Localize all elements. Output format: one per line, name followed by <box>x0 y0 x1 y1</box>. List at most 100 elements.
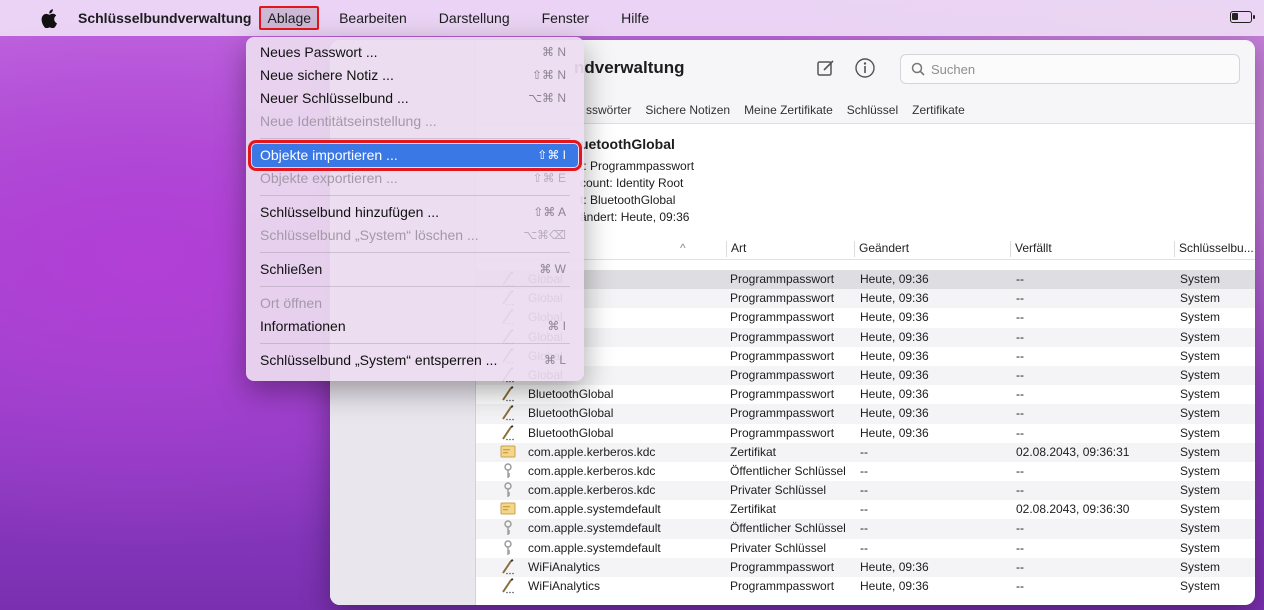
table-row[interactable]: GlobalProgrammpasswortHeute, 09:36--Syst… <box>476 327 1255 347</box>
cell-kind: Programmpasswort <box>730 387 835 402</box>
table-row[interactable]: BluetoothGlobal Programmpasswort Heute, 09… <box>476 404 1255 424</box>
table-row[interactable]: BluetoothGlobal Programmpasswort Heute, 09… <box>476 424 1255 443</box>
table-row[interactable]: GlobalProgrammpasswortHeute, 09:36--Syst… <box>476 270 1255 290</box>
table-row[interactable]: com.apple.systemdefault Öffentlicher Schl… <box>476 519 1255 539</box>
menu-item-shortcut: ⇧⌘ I <box>537 148 566 162</box>
table-row[interactable]: com.apple.kerberos.kdc Zertifikat -- 02.08.… <box>476 442 1255 462</box>
cell-expires: -- <box>1016 521 1024 536</box>
table-row[interactable]: GlobalProgrammpasswortHeute, 09:36--Syst… <box>476 308 1255 327</box>
column-verfaellt[interactable]: Verfällt <box>1010 241 1052 257</box>
menu-item-new-secure-note[interactable]: Neue sichere Notiz ... ⇧⌘ N <box>252 64 578 87</box>
cell-name: com.apple.systemdefault <box>528 502 661 517</box>
cell-modified: -- <box>860 540 868 555</box>
detail-account: count: Identity Root <box>580 176 684 190</box>
key-icon <box>500 463 516 479</box>
table-row[interactable]: com.apple.kerberos.kdc Öffentlicher Schlü… <box>476 462 1255 481</box>
menu-item-get-info[interactable]: Informationen ⌘ I <box>252 315 578 338</box>
cell-keychain: System <box>1180 310 1221 325</box>
menu-item-label: Schlüsselbund hinzufügen ... <box>260 204 440 220</box>
cell-modified: -- <box>860 502 868 517</box>
cell-keychain: System <box>1180 540 1221 555</box>
cell-kind: Programmpasswort <box>730 367 835 382</box>
password-icon <box>500 578 516 594</box>
menu-item-unlock-keychain-system[interactable]: Schlüsselbund „System“ entsperren ... ⌘ L <box>252 349 578 372</box>
menu-darstellung[interactable]: Darstellung <box>433 8 516 28</box>
table-row[interactable]: BluetoothGlobal Programmpasswort Heute, 09… <box>476 385 1255 404</box>
tab-zertifikate[interactable]: Zertifikate <box>912 103 965 117</box>
cell-modified: Heute, 09:36 <box>860 367 929 382</box>
battery-icon[interactable] <box>1230 11 1255 23</box>
cell-modified: -- <box>860 521 868 536</box>
cell-expires: -- <box>1016 425 1024 440</box>
key-icon <box>500 520 516 536</box>
table-row[interactable]: com.apple.kerberos.kdc Privater Schlüssel… <box>476 481 1255 501</box>
menu-divider <box>260 138 570 139</box>
menu-item-label: Neue Identitätseinstellung ... <box>260 113 437 129</box>
cell-keychain: System <box>1180 463 1221 478</box>
menu-bearbeiten[interactable]: Bearbeiten <box>333 8 413 28</box>
menu-divider <box>260 252 570 253</box>
menu-item-import-items[interactable]: Objekte importieren ... ⇧⌘ I <box>248 140 582 171</box>
cell-modified: Heute, 09:36 <box>860 291 929 306</box>
menu-item-shortcut: ⇧⌘ E <box>532 171 566 185</box>
menu-item-new-password[interactable]: Neues Passwort ... ⌘ N <box>252 41 578 64</box>
menu-item-label: Schlüsselbund „System“ entsperren ... <box>260 352 498 368</box>
cell-expires: -- <box>1016 406 1024 421</box>
cell-name: com.apple.kerberos.kdc <box>528 463 656 478</box>
column-art[interactable]: Art <box>726 241 746 257</box>
menu-item-shortcut: ⌘ I <box>547 319 566 333</box>
cell-keychain: System <box>1180 329 1221 344</box>
table-rows: GlobalProgrammpasswortHeute, 09:36--Syst… <box>476 270 1255 596</box>
tab-schluessel[interactable]: Schlüssel <box>847 103 898 117</box>
table-row[interactable]: GlobalProgrammpasswortHeute, 09:36--Syst… <box>476 365 1255 386</box>
column-geaendert[interactable]: Geändert <box>854 241 909 257</box>
tab-passwoerter[interactable]: sswörter <box>586 103 631 117</box>
menu-item-label: Neuer Schlüsselbund ... <box>260 90 409 106</box>
info-icon[interactable] <box>854 57 876 79</box>
cell-expires: 02.08.2043, 09:36:30 <box>1016 502 1130 517</box>
cell-kind: Öffentlicher Schlüssel <box>730 463 846 478</box>
cell-keychain: System <box>1180 444 1221 459</box>
cell-name: com.apple.systemdefault <box>528 521 661 536</box>
cell-keychain: System <box>1180 387 1221 402</box>
table-row[interactable]: WiFiAnalytics Programmpasswort Heute, 09:3… <box>476 577 1255 596</box>
apple-logo-icon[interactable] <box>38 8 60 28</box>
menu-ablage[interactable]: Ablage <box>259 6 320 30</box>
detail-modified: ändert: Heute, 09:36 <box>580 210 690 224</box>
tab-meine-zertifikate[interactable]: Meine Zertifikate <box>744 103 833 117</box>
app-name-menu[interactable]: Schlüsselbundverwaltung <box>78 10 251 26</box>
menu-bar: Schlüsselbundverwaltung Ablage Bearbeite… <box>0 0 1264 36</box>
menu-item-add-keychain[interactable]: Schlüsselbund hinzufügen ... ⇧⌘ A <box>252 201 578 224</box>
cell-expires: -- <box>1016 348 1024 363</box>
cell-keychain: System <box>1180 425 1221 440</box>
menu-item-shortcut: ⌘ L <box>543 353 566 367</box>
tab-sichere-notizen[interactable]: Sichere Notizen <box>645 103 730 117</box>
menu-item-label: Objekte importieren ... <box>260 147 398 163</box>
menu-fenster[interactable]: Fenster <box>536 8 595 28</box>
table-row[interactable]: com.apple.systemdefault Privater Schlüsse… <box>476 539 1255 558</box>
toolbar: ndverwaltung Suchen <box>476 40 1255 96</box>
compose-icon[interactable] <box>816 58 838 80</box>
item-detail: uetoothGlobal t: Programmpasswort count:… <box>476 128 1255 233</box>
cell-kind: Öffentlicher Schlüssel <box>730 521 846 536</box>
search-field[interactable]: Suchen <box>900 54 1240 84</box>
menu-item-new-keychain[interactable]: Neuer Schlüsselbund ... ⌥⌘ N <box>252 87 578 110</box>
cell-keychain: System <box>1180 483 1221 498</box>
table-row[interactable]: GlobalProgrammpasswortHeute, 09:36--Syst… <box>476 289 1255 309</box>
cell-keychain: System <box>1180 502 1221 517</box>
table-header: ^ Art Geändert Verfällt Schlüsselbu... <box>476 236 1255 260</box>
menu-item-shortcut: ⌘ W <box>539 262 566 276</box>
menu-item-shortcut: ⌘ N <box>542 45 566 59</box>
table-row[interactable]: WiFiAnalytics Programmpasswort Heute, 09:3… <box>476 557 1255 577</box>
detail-title: uetoothGlobal <box>580 136 675 152</box>
table-row[interactable]: com.apple.systemdefault Zertifikat -- 02.08… <box>476 500 1255 519</box>
menu-divider <box>260 195 570 196</box>
sort-chevron-icon[interactable]: ^ <box>680 241 686 255</box>
menu-item-close[interactable]: Schließen ⌘ W <box>252 258 578 281</box>
menu-item-label: Informationen <box>260 318 346 334</box>
cell-kind: Zertifikat <box>730 502 777 517</box>
menu-hilfe[interactable]: Hilfe <box>615 8 655 28</box>
cell-expires: -- <box>1016 291 1024 306</box>
column-schluesselbund[interactable]: Schlüsselbu... <box>1174 241 1254 257</box>
table-row[interactable]: GlobalProgrammpasswortHeute, 09:36--Syst… <box>476 347 1255 366</box>
